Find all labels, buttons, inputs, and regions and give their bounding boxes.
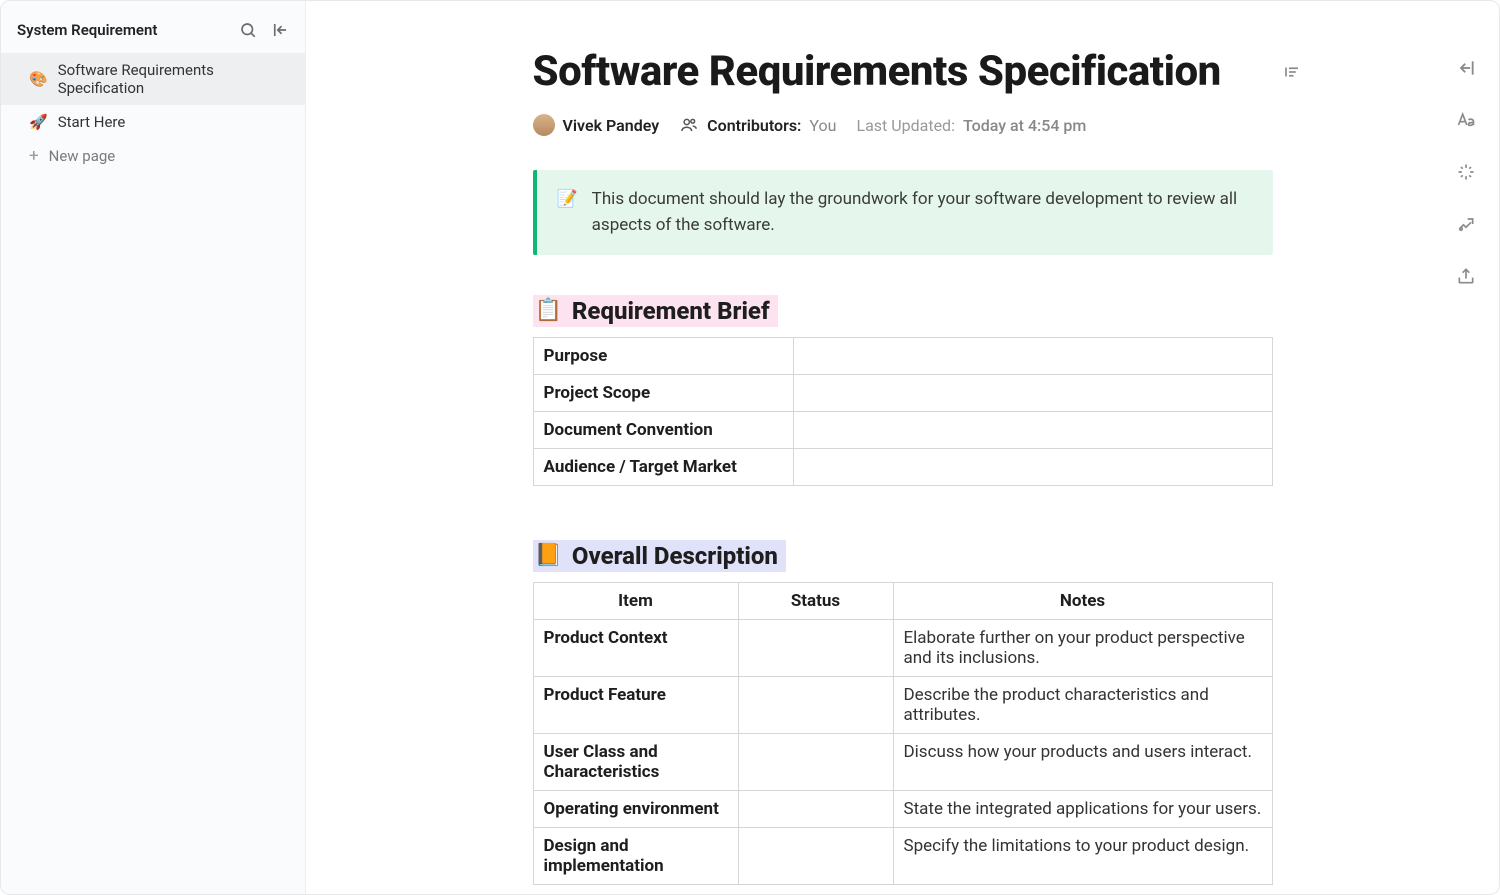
cell-status[interactable] — [738, 676, 893, 733]
expand-sidebar-icon[interactable] — [1455, 57, 1477, 79]
cell-item: Product Feature — [533, 676, 738, 733]
sidebar-item-srs[interactable]: 🎨 Software Requirements Specification — [1, 53, 305, 105]
table-row[interactable]: Audience / Target Market — [533, 448, 1272, 485]
main: Software Requirements Specification Vive… — [306, 1, 1499, 894]
new-page-button[interactable]: + New page — [1, 139, 305, 173]
cell-item: Product Context — [533, 619, 738, 676]
collapse-sidebar-icon[interactable] — [271, 21, 289, 39]
cell-item: Design and implementation — [533, 827, 738, 884]
sidebar-item-start-here[interactable]: 🚀 Start Here — [1, 105, 305, 139]
sidebar-nav: 🎨 Software Requirements Specification 🚀 … — [1, 53, 305, 173]
memo-icon: 📝 — [557, 186, 578, 239]
new-page-label: New page — [49, 147, 116, 165]
row-value[interactable] — [793, 448, 1272, 485]
row-label: Purpose — [533, 337, 793, 374]
row-label: Audience / Target Market — [533, 448, 793, 485]
search-icon[interactable] — [239, 21, 257, 39]
row-label: Document Convention — [533, 411, 793, 448]
callout[interactable]: 📝 This document should lay the groundwor… — [533, 170, 1273, 255]
cell-status[interactable] — [738, 827, 893, 884]
table-row[interactable]: Product Context Elaborate further on your… — [533, 619, 1272, 676]
avatar — [533, 114, 555, 136]
people-icon — [679, 115, 699, 135]
sidebar: System Requirement 🎨 Software Requiremen… — [1, 1, 306, 894]
last-updated: Last Updated: Today at 4:54 pm — [856, 116, 1086, 135]
table-row[interactable]: Design and implementation Specify the lim… — [533, 827, 1272, 884]
sidebar-item-label: Start Here — [58, 113, 126, 131]
typography-icon[interactable] — [1455, 109, 1477, 131]
contributors-value: You — [809, 116, 836, 135]
table-row[interactable]: Operating environment State the integrate… — [533, 790, 1272, 827]
ai-sparkle-icon[interactable] — [1455, 161, 1477, 183]
row-value[interactable] — [793, 411, 1272, 448]
settings-icon[interactable] — [1455, 213, 1477, 235]
row-label: Project Scope — [533, 374, 793, 411]
contributors-chip[interactable]: Contributors: You — [679, 115, 836, 135]
cell-notes[interactable]: Elaborate further on your product perspe… — [893, 619, 1272, 676]
page-title[interactable]: Software Requirements Specification — [533, 47, 1273, 96]
workspace-title[interactable]: System Requirement — [17, 21, 157, 39]
cell-notes[interactable]: State the integrated applications for yo… — [893, 790, 1272, 827]
updated-value: Today at 4:54 pm — [963, 116, 1086, 135]
table-row[interactable]: Document Convention — [533, 411, 1272, 448]
requirement-brief-table[interactable]: PurposeProject ScopeDocument ConventionA… — [533, 337, 1273, 486]
outline-toggle-icon[interactable] — [1283, 63, 1301, 81]
right-rail — [1455, 57, 1477, 287]
share-icon[interactable] — [1455, 265, 1477, 287]
cell-status[interactable] — [738, 619, 893, 676]
contributors-label: Contributors: — [707, 116, 801, 135]
table-row[interactable]: Purpose — [533, 337, 1272, 374]
section-heading-requirement-brief[interactable]: 📋 Requirement Brief — [533, 295, 778, 327]
callout-text: This document should lay the groundwork … — [592, 186, 1253, 239]
cell-notes[interactable]: Discuss how your products and users inte… — [893, 733, 1272, 790]
orange-book-icon: 📙 — [535, 543, 562, 568]
clipboard-icon: 📋 — [535, 298, 562, 323]
palette-icon: 🎨 — [29, 72, 48, 87]
row-value[interactable] — [793, 374, 1272, 411]
col-item: Item — [533, 582, 738, 619]
cell-status[interactable] — [738, 733, 893, 790]
row-value[interactable] — [793, 337, 1272, 374]
col-notes: Notes — [893, 582, 1272, 619]
sidebar-header: System Requirement — [1, 15, 305, 53]
cell-item: User Class and Characteristics — [533, 733, 738, 790]
table-row[interactable]: Product Feature Describe the product char… — [533, 676, 1272, 733]
table-row[interactable]: Project Scope — [533, 374, 1272, 411]
overall-description-table[interactable]: Item Status Notes Product Context Elabora… — [533, 582, 1273, 885]
cell-status[interactable] — [738, 790, 893, 827]
rocket-icon: 🚀 — [29, 115, 48, 130]
cell-notes[interactable]: Describe the product characteristics and… — [893, 676, 1272, 733]
table-row[interactable]: User Class and Characteristics Discuss ho… — [533, 733, 1272, 790]
section-title: Overall Description — [572, 542, 778, 570]
plus-icon: + — [29, 148, 39, 165]
updated-label: Last Updated: — [856, 116, 954, 135]
author-name: Vivek Pandey — [563, 116, 660, 135]
section-heading-overall-description[interactable]: 📙 Overall Description — [533, 540, 786, 572]
author-chip[interactable]: Vivek Pandey — [533, 114, 660, 136]
doc-meta: Vivek Pandey Contributors: You Last Upda… — [533, 114, 1273, 136]
sidebar-item-label: Software Requirements Specification — [58, 61, 289, 97]
cell-item: Operating environment — [533, 790, 738, 827]
col-status: Status — [738, 582, 893, 619]
cell-notes[interactable]: Specify the limitations to your product … — [893, 827, 1272, 884]
section-title: Requirement Brief — [572, 297, 770, 325]
